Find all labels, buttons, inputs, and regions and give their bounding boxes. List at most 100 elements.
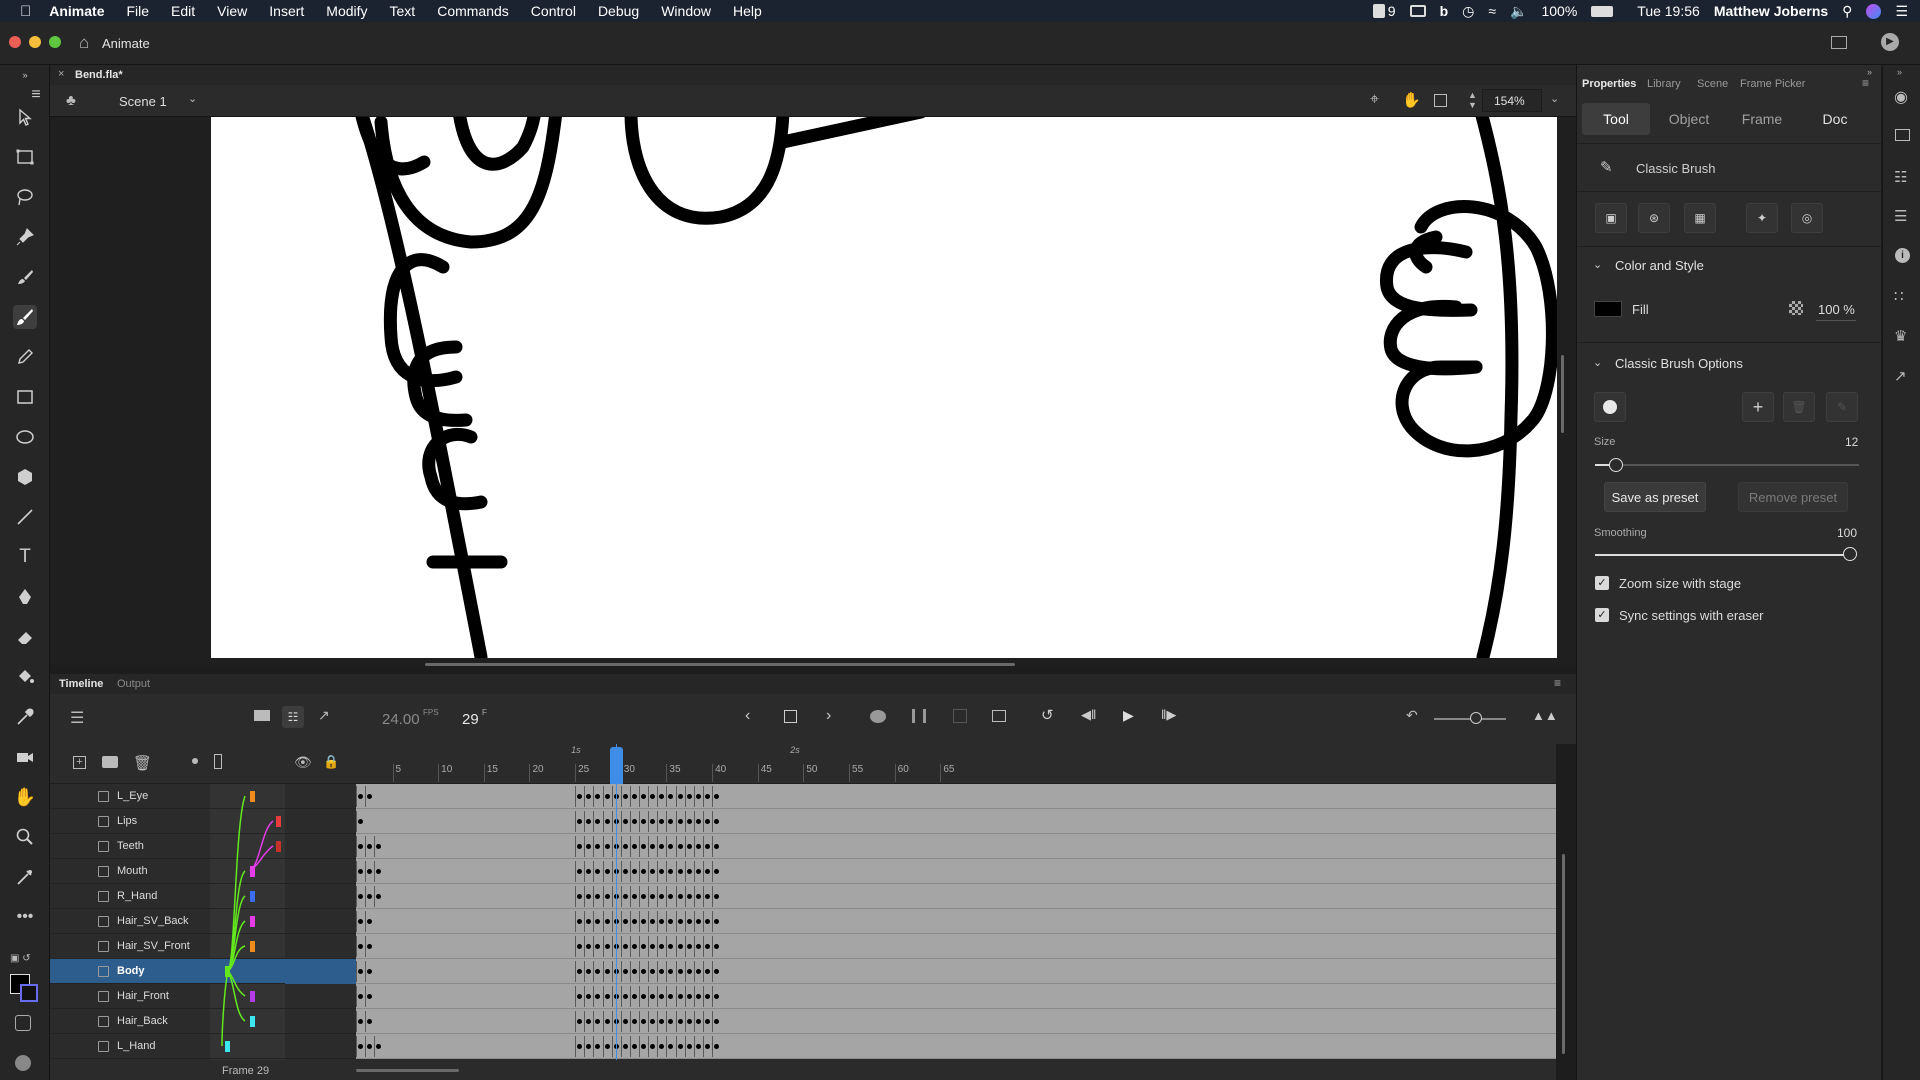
layer-color-marker[interactable] (225, 966, 230, 977)
collapse-panel-icon[interactable]: » (13, 69, 37, 81)
fps-value[interactable]: 24.00 (382, 711, 420, 728)
keyframe-dot[interactable] (659, 994, 665, 999)
timeline-menu-icon[interactable]: ≡ (1554, 676, 1561, 690)
keyframe-dot[interactable] (367, 994, 373, 999)
keyframe-dot[interactable] (705, 969, 710, 974)
keyframe-dot[interactable] (641, 919, 647, 924)
siri-icon[interactable] (1866, 3, 1882, 19)
keyframe-dot[interactable] (695, 1019, 701, 1024)
keyframe-dot[interactable] (577, 919, 583, 924)
pin-tool-icon[interactable] (13, 225, 37, 249)
keyframe-dot[interactable] (622, 794, 628, 799)
menu-app-name[interactable]: Animate (49, 3, 104, 19)
keyframe-dot[interactable] (695, 1044, 701, 1049)
onion-skin-icon[interactable] (870, 710, 886, 723)
keyframe-dot[interactable] (595, 919, 601, 924)
smoothing-slider-thumb[interactable] (1843, 547, 1857, 561)
keyframe-dot[interactable] (686, 1044, 692, 1049)
spotlight-icon[interactable]: ⚲ (1842, 3, 1852, 20)
keyframe-dot[interactable] (714, 969, 720, 974)
keyframe-dot[interactable] (641, 844, 647, 849)
clock[interactable]: Tue 19:56 (1637, 3, 1700, 19)
smoothing-slider-track[interactable] (1595, 554, 1855, 556)
keyframe-dot[interactable] (641, 944, 647, 949)
layer-color-marker[interactable] (250, 941, 255, 952)
keyframe-dot[interactable] (586, 819, 592, 824)
display-icon[interactable] (1409, 5, 1426, 17)
size-slider-track[interactable] (1595, 464, 1859, 466)
layer-color-marker[interactable] (250, 916, 255, 927)
keyframe-dot[interactable] (705, 894, 710, 899)
keyframe-dot[interactable] (577, 869, 583, 874)
paint-brush-tool-icon[interactable] (13, 265, 37, 289)
keyframe-dot[interactable] (586, 944, 592, 949)
keyframe-dot[interactable] (677, 969, 683, 974)
scene-name[interactable]: Scene 1 (119, 94, 167, 109)
keyframe-dot[interactable] (714, 1044, 720, 1049)
keyframe-dot[interactable] (659, 1019, 665, 1024)
frames-area[interactable]: 5 10 15 20 25 30 35 40 45 50 55 60 65 1s 2s (356, 744, 1565, 1080)
keyframe-dot[interactable] (668, 869, 674, 874)
keyframe-dot[interactable] (695, 794, 701, 799)
layer-row-lips[interactable]: Lips (50, 809, 356, 834)
frames-vertical-scrollbar[interactable] (1562, 854, 1565, 1054)
size-value[interactable]: 12 (1845, 435, 1858, 449)
keyframe-dot[interactable] (358, 844, 364, 849)
keyframe-dot[interactable] (641, 819, 647, 824)
play-icon[interactable]: ▶ (1123, 707, 1134, 724)
layer-row-l-eye[interactable]: L_Eye (50, 784, 356, 809)
keyframe-dot[interactable] (367, 944, 373, 949)
stage-vertical-scrollbar[interactable] (1561, 355, 1564, 433)
frame-row[interactable] (356, 859, 1556, 884)
keyframe-dot[interactable] (586, 969, 592, 974)
prev-keyframe-icon[interactable]: ‹ (745, 707, 750, 725)
fill-swatch[interactable] (1594, 301, 1622, 317)
keyframe-dot[interactable] (577, 794, 583, 799)
keyframe-dot[interactable] (695, 894, 701, 899)
keyframe-dot[interactable] (705, 819, 710, 824)
keyframe-dot[interactable] (714, 994, 720, 999)
volume-icon[interactable]: 🔈 (1510, 3, 1527, 20)
keyframe-dot[interactable] (358, 1044, 364, 1049)
keyframe-dot[interactable] (358, 894, 364, 899)
keyframe-dot[interactable] (622, 919, 628, 924)
eraser-tool-icon[interactable] (13, 625, 37, 649)
zoom-tool-icon[interactable] (13, 825, 37, 849)
sync-eraser-checkbox[interactable]: ✓ (1595, 608, 1609, 622)
eyedropper-tool-icon[interactable] (13, 705, 37, 729)
delete-brush-icon[interactable]: 🗑 (1783, 392, 1815, 422)
keyframe-dot[interactable] (604, 969, 610, 974)
keyframe-dot[interactable] (686, 819, 692, 824)
segment-tool[interactable]: Tool (1582, 103, 1650, 135)
keyframe-dot[interactable] (659, 869, 665, 874)
b-app-icon[interactable]: b (1440, 3, 1449, 19)
loop-icon[interactable]: ↺ (1041, 706, 1054, 724)
frame-row[interactable] (356, 884, 1556, 909)
keyframe-dot[interactable] (586, 894, 592, 899)
keyframe-dot[interactable] (650, 1044, 656, 1049)
keyframe-dot[interactable] (677, 894, 683, 899)
library-panel-icon[interactable] (1895, 129, 1910, 141)
pressure-icon[interactable]: ◎ (1791, 203, 1823, 233)
keyframe-dot[interactable] (668, 1044, 674, 1049)
keyframe-dot[interactable] (577, 944, 583, 949)
tab-scene[interactable]: Scene (1697, 78, 1728, 90)
oval-tool-icon[interactable] (13, 425, 37, 449)
menu-commands[interactable]: Commands (437, 3, 509, 19)
frame-row[interactable] (356, 1009, 1556, 1034)
color-section-title[interactable]: Color and Style (1615, 258, 1704, 273)
insert-keyframe-icon[interactable] (784, 710, 797, 723)
keyframe-dot[interactable] (367, 844, 373, 849)
keyframe-dot[interactable] (622, 869, 628, 874)
keyframe-dot[interactable] (705, 1019, 710, 1024)
keyframe-dot[interactable] (595, 819, 601, 824)
keyframe-dot[interactable] (677, 869, 683, 874)
keyframe-dot[interactable] (622, 1019, 628, 1024)
layer-row-hair-back[interactable]: Hair_Back (50, 1009, 356, 1034)
keyframe-dot[interactable] (604, 994, 610, 999)
keyframe-dot[interactable] (668, 819, 674, 824)
keyframe-dot[interactable] (604, 794, 610, 799)
keyframe-dot[interactable] (595, 1044, 601, 1049)
keyframe-dot[interactable] (705, 919, 710, 924)
keyframe-dot[interactable] (586, 919, 592, 924)
